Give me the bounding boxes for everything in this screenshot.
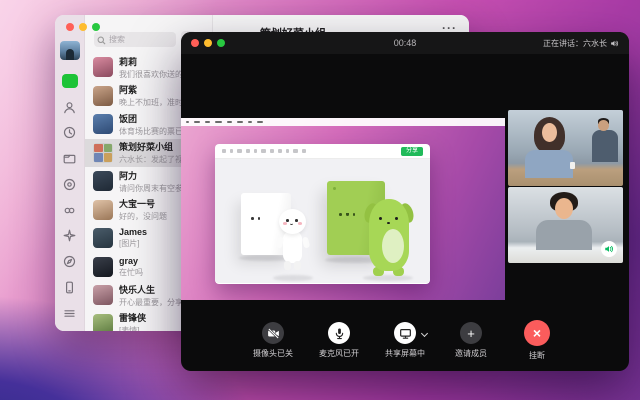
minimize-button[interactable]: [204, 39, 212, 47]
camera-off-icon: [267, 327, 280, 340]
camera-off-button[interactable]: 摄像头已关: [245, 322, 301, 361]
zoom-button[interactable]: [92, 23, 100, 31]
control-label: 共享屏幕中: [377, 348, 433, 359]
wechat-sidebar-rail: [55, 15, 85, 331]
chat-avatar: [93, 228, 113, 248]
browser-icon[interactable]: [61, 254, 78, 270]
shared-screen-view: 分享: [181, 118, 505, 300]
wechat-traffic-lights: [66, 23, 100, 31]
zoom-button[interactable]: [217, 39, 225, 47]
chat-avatar: [93, 86, 113, 106]
chevron-down-icon[interactable]: [421, 330, 428, 337]
user-avatar[interactable]: [60, 41, 80, 60]
minimize-button[interactable]: [79, 23, 87, 31]
contacts-icon[interactable]: [61, 99, 78, 115]
participant-tile-2[interactable]: [508, 187, 623, 263]
search-input[interactable]: [94, 32, 176, 47]
control-label: 麦克风已开: [311, 348, 367, 359]
speaker-icon: [604, 244, 614, 254]
mic-button[interactable]: 麦克风已开: [311, 322, 367, 361]
call-title-bar: 00:48 正在讲话：六水长: [181, 32, 629, 54]
background-colleague: [592, 130, 618, 162]
chats-icon[interactable]: [61, 74, 78, 90]
files-icon[interactable]: [61, 151, 78, 167]
screen-share-icon: [399, 327, 412, 340]
chat-avatar: [93, 314, 113, 331]
control-label: 挂断: [509, 350, 565, 361]
green-mascot: [365, 199, 413, 281]
call-timer: 00:48: [394, 38, 417, 48]
desktop: + 莉莉 我们很喜欢你送的礼物 阿紫 晚上不加班，准时见 饭团 体育场比赛的票已…: [0, 0, 640, 400]
speaking-indicator: 正在讲话：六水长: [543, 38, 619, 49]
shared-app-green-button: 分享: [401, 147, 423, 156]
shared-app-window: 分享: [215, 144, 430, 284]
chat-avatar: [93, 57, 113, 77]
screen-share-button[interactable]: 共享屏幕中: [377, 322, 433, 361]
chat-avatar: [93, 200, 113, 220]
chat-avatar: [93, 257, 113, 277]
close-button[interactable]: [66, 23, 74, 31]
control-label: 邀请成员: [443, 348, 499, 359]
invite-member-button[interactable]: + 邀请成员: [443, 322, 499, 361]
group-chat-avatar: [93, 143, 113, 163]
participant-tile-1[interactable]: [508, 110, 623, 186]
call-control-bar: 摄像头已关 麦克风已开: [181, 322, 629, 361]
video-call-window: 00:48 正在讲话：六水长 分享: [181, 32, 629, 371]
speaking-label: 正在讲话：六水长: [543, 38, 607, 49]
white-mascot: [275, 209, 311, 281]
moments-icon[interactable]: [61, 177, 78, 193]
close-button[interactable]: [191, 39, 199, 47]
speaker-icon: [610, 39, 619, 48]
audio-active-badge: [601, 241, 617, 257]
plus-icon: +: [467, 327, 475, 340]
hang-up-button[interactable]: × 挂断: [509, 322, 565, 361]
shared-app-toolbar: 分享: [215, 144, 430, 159]
control-label: 摄像头已关: [245, 348, 301, 359]
shared-desktop-menubar: [181, 118, 505, 126]
chat-avatar: [93, 171, 113, 191]
mini-programs-icon[interactable]: [61, 202, 78, 218]
close-call-icon: ×: [533, 326, 541, 340]
chat-avatar: [93, 114, 113, 134]
tools-icon[interactable]: [61, 228, 78, 244]
phone-icon[interactable]: [61, 280, 78, 296]
favorites-icon[interactable]: [61, 125, 78, 141]
mascot-scene: [215, 159, 430, 283]
search-box[interactable]: [94, 29, 176, 47]
mic-icon: [333, 327, 346, 340]
more-menu-icon[interactable]: [61, 305, 78, 321]
chat-avatar: [93, 285, 113, 305]
